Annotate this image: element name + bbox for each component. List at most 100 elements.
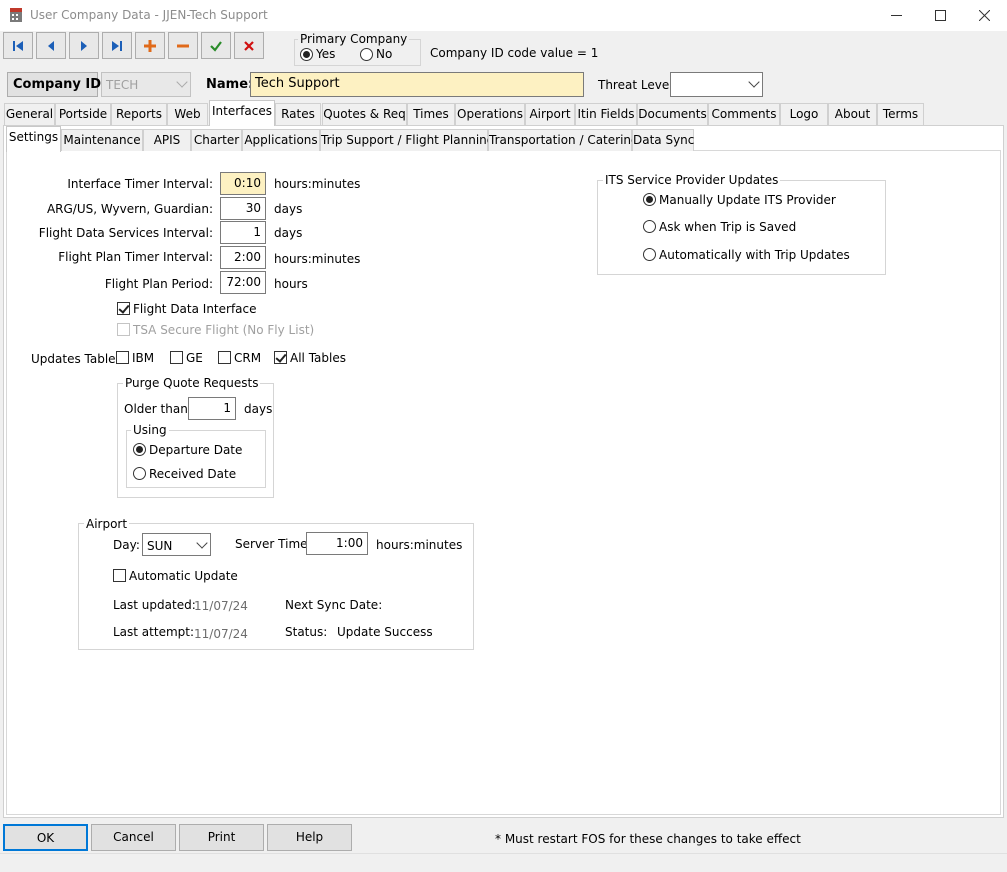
tab-quotes-req[interactable]: Quotes & Req bbox=[322, 103, 407, 125]
its-ask-radio[interactable] bbox=[643, 220, 656, 233]
server-time-input[interactable]: 1:00 bbox=[306, 532, 368, 555]
update-crm-checkbox[interactable] bbox=[218, 351, 231, 364]
updates-table-label: Updates Table: bbox=[31, 352, 120, 366]
its-manual-radio[interactable] bbox=[643, 193, 656, 206]
first-record-icon bbox=[13, 40, 23, 51]
fp-period-unit: hours bbox=[274, 277, 308, 291]
tab-itin-fields[interactable]: Itin Fields bbox=[575, 103, 637, 125]
tab-portside[interactable]: Portside bbox=[55, 103, 111, 125]
next-record-button[interactable] bbox=[69, 32, 99, 59]
arg-unit: days bbox=[274, 202, 303, 216]
cancel-button[interactable]: Cancel bbox=[91, 824, 176, 851]
minimize-button[interactable] bbox=[873, 0, 919, 31]
maximize-icon bbox=[934, 10, 946, 21]
fp-timer-label: Flight Plan Timer Interval: bbox=[58, 250, 213, 264]
status-value: Update Success bbox=[337, 625, 433, 639]
primary-company-legend: Primary Company bbox=[298, 32, 410, 46]
tab-airport[interactable]: Airport bbox=[525, 103, 575, 125]
tab-terms[interactable]: Terms bbox=[877, 103, 924, 125]
tab-interfaces[interactable]: Interfaces bbox=[209, 100, 275, 126]
close-button[interactable] bbox=[961, 0, 1007, 31]
minimize-icon bbox=[890, 15, 902, 16]
update-ge-checkbox[interactable] bbox=[170, 351, 183, 364]
purge-older-unit: days bbox=[244, 402, 273, 416]
primary-no-radio[interactable] bbox=[360, 48, 373, 61]
tab-reports[interactable]: Reports bbox=[111, 103, 167, 125]
tab-charter[interactable]: Charter bbox=[191, 129, 242, 151]
previous-record-icon bbox=[48, 40, 54, 51]
company-id-select[interactable]: TECH bbox=[101, 72, 191, 97]
company-id-code: Company ID code value = 1 bbox=[430, 46, 599, 60]
tab-maintenance[interactable]: Maintenance bbox=[61, 129, 143, 151]
tab-data-sync[interactable]: Data Sync bbox=[632, 129, 694, 151]
company-id-value: TECH bbox=[106, 78, 139, 92]
airport-day-select[interactable]: SUN bbox=[142, 533, 211, 556]
tab-comments[interactable]: Comments bbox=[708, 103, 780, 125]
tab-settings[interactable]: Settings bbox=[6, 126, 61, 152]
purge-older-input[interactable]: 1 bbox=[188, 397, 236, 420]
update-ibm-checkbox[interactable] bbox=[116, 351, 129, 364]
received-date-radio[interactable] bbox=[133, 467, 146, 480]
tab-apis[interactable]: APIS bbox=[143, 129, 191, 151]
chevron-down-icon bbox=[196, 537, 208, 549]
threat-level-select[interactable] bbox=[670, 72, 763, 97]
ok-button[interactable]: OK bbox=[3, 824, 88, 851]
its-legend: ITS Service Provider Updates bbox=[603, 173, 781, 187]
automatic-update-checkbox[interactable] bbox=[113, 569, 126, 582]
maximize-button[interactable] bbox=[917, 0, 963, 31]
airport-legend: Airport bbox=[84, 517, 130, 531]
close-icon bbox=[978, 10, 990, 21]
arg-input[interactable]: 30 bbox=[220, 197, 266, 220]
tab-about[interactable]: About bbox=[828, 103, 877, 125]
next-record-icon bbox=[81, 40, 87, 51]
tsa-secure-checkbox[interactable] bbox=[117, 323, 130, 336]
tab-times[interactable]: Times bbox=[407, 103, 455, 125]
flight-data-interface-checkbox[interactable] bbox=[117, 302, 130, 315]
tab-operations[interactable]: Operations bbox=[455, 103, 525, 125]
save-record-button[interactable] bbox=[201, 32, 231, 59]
previous-record-button[interactable] bbox=[36, 32, 66, 59]
next-sync-label: Next Sync Date: bbox=[285, 598, 383, 612]
status-bar bbox=[0, 853, 1007, 872]
chevron-down-icon bbox=[176, 76, 188, 88]
name-input[interactable]: Tech Support bbox=[250, 72, 584, 97]
primary-yes-radio[interactable] bbox=[300, 48, 313, 61]
last-record-button[interactable] bbox=[102, 32, 132, 59]
departure-date-radio[interactable] bbox=[133, 443, 146, 456]
checkmark-icon bbox=[210, 40, 222, 52]
last-record-icon bbox=[112, 40, 122, 51]
tab-web[interactable]: Web bbox=[167, 103, 208, 125]
tab-rates[interactable]: Rates bbox=[275, 103, 321, 125]
tab-documents[interactable]: Documents bbox=[637, 103, 708, 125]
update-ibm-label: IBM bbox=[132, 351, 155, 365]
interface-timer-input[interactable]: 0:10 bbox=[220, 172, 266, 195]
its-auto-label: Automatically with Trip Updates bbox=[659, 248, 850, 262]
automatic-update-label: Automatic Update bbox=[129, 569, 238, 583]
chevron-down-icon bbox=[748, 76, 760, 88]
fp-period-input[interactable]: 72:00 bbox=[220, 271, 266, 294]
add-record-button[interactable] bbox=[135, 32, 165, 59]
status-label: Status: bbox=[285, 625, 328, 639]
print-button[interactable]: Print bbox=[179, 824, 264, 851]
tab-transportation-catering[interactable]: Transportation / Catering bbox=[488, 129, 639, 151]
help-button[interactable]: Help bbox=[267, 824, 352, 851]
app-icon bbox=[10, 8, 22, 22]
fds-input[interactable]: 1 bbox=[220, 221, 266, 244]
its-auto-radio[interactable] bbox=[643, 248, 656, 261]
server-time-unit: hours:minutes bbox=[376, 538, 463, 552]
tab-general[interactable]: General bbox=[4, 103, 55, 125]
sub-tab-strip: Settings Maintenance APIS Charter Applic… bbox=[6, 126, 996, 152]
tab-logo[interactable]: Logo bbox=[780, 103, 828, 125]
last-updated-value: 11/07/24 bbox=[194, 599, 248, 613]
airport-day-value: SUN bbox=[147, 539, 173, 553]
tab-trip-support[interactable]: Trip Support / Flight Planning bbox=[320, 129, 494, 151]
update-all-tables-checkbox[interactable] bbox=[274, 351, 287, 364]
cancel-record-button[interactable] bbox=[234, 32, 264, 59]
received-date-label: Received Date bbox=[149, 467, 237, 481]
first-record-button[interactable] bbox=[3, 32, 33, 59]
delete-record-button[interactable] bbox=[168, 32, 198, 59]
fp-timer-input[interactable]: 2:00 bbox=[220, 246, 266, 269]
tab-applications[interactable]: Applications bbox=[242, 129, 320, 151]
primary-no-label: No bbox=[376, 47, 393, 61]
arg-label: ARG/US, Wyvern, Guardian: bbox=[46, 202, 213, 216]
